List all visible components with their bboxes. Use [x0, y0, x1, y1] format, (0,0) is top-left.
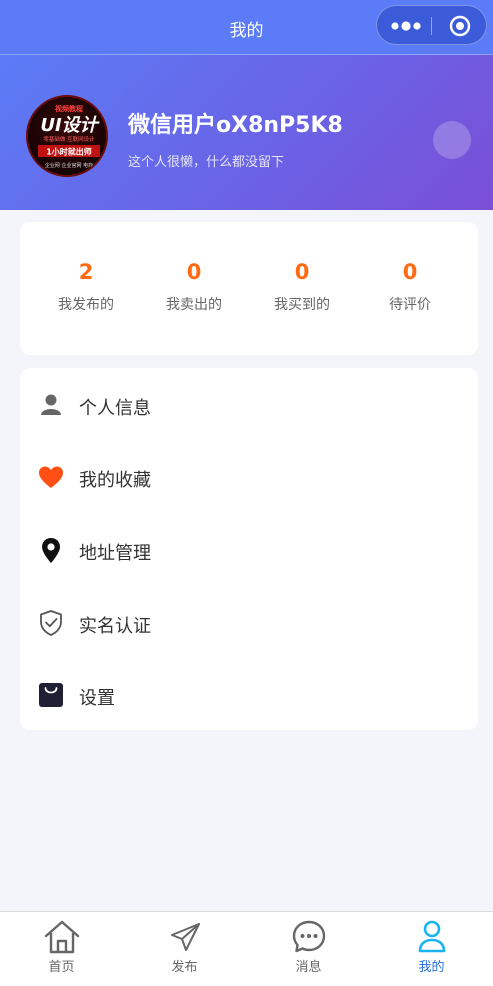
mini-program-capsule: [376, 5, 487, 45]
stat-pending-review[interactable]: 0 待评价: [355, 260, 465, 314]
menu-item-address[interactable]: 地址管理: [20, 513, 478, 585]
avatar-badge-text: 1小时就出师: [46, 147, 92, 157]
stat-sold[interactable]: 0 我卖出的: [139, 260, 249, 314]
avatar-mid-text: 零基础做 互联网设计: [43, 135, 95, 143]
avatar-image: 视频教程 UI设计 零基础做 互联网设计 1小时就出师 企业网 企业官网 电商: [38, 104, 100, 169]
decorative-circle: [433, 121, 471, 159]
user-icon: [418, 920, 446, 953]
tab-bar: 首页 发布 消息 我的: [0, 911, 493, 986]
avatar-bottom-text: 企业网 企业官网 电商: [45, 162, 93, 169]
stat-label: 我卖出的: [166, 297, 222, 313]
menu-item-label: 我的收藏: [79, 470, 151, 491]
stat-value: 0: [186, 260, 202, 284]
menu-item-label: 实名认证: [79, 616, 151, 637]
profile-page: 我的 视频教程 UI设计 零基础做 互联网设计 1小时就出师 企业网 企业官网: [0, 0, 493, 986]
stat-label: 我发布的: [58, 297, 114, 313]
menu-item-label: 设置: [79, 688, 115, 709]
stat-label: 待评价: [389, 297, 431, 313]
location-pin-icon: [42, 538, 60, 563]
menu-item-label: 个人信息: [79, 398, 151, 419]
menu-card: 个人信息 我的收藏 地址管理 实名认证 设置: [20, 368, 478, 730]
avatar-main-text: UI设计: [40, 115, 99, 136]
person-icon: [41, 394, 61, 415]
stat-value: 0: [402, 260, 418, 284]
stat-label: 我买到的: [274, 297, 330, 313]
menu-item-settings[interactable]: 设置: [20, 658, 478, 730]
paper-plane-icon: [171, 923, 200, 951]
stat-value: 0: [294, 260, 310, 284]
stats-card: 2 我发布的 0 我卖出的 0 我买到的 0 待评价: [20, 222, 478, 355]
user-bio: 这个人很懒，什么都没留下: [128, 155, 285, 170]
bag-icon: [39, 683, 63, 707]
shield-check-icon: [40, 610, 62, 636]
stat-bought[interactable]: 0 我买到的: [247, 260, 357, 314]
profile-header: 视频教程 UI设计 零基础做 互联网设计 1小时就出师 企业网 企业官网 电商 …: [0, 55, 493, 210]
stat-value: 2: [78, 260, 94, 284]
nav-bar: 我的: [0, 0, 493, 55]
menu-item-personal-info[interactable]: 个人信息: [20, 368, 478, 440]
avatar-top-text: 视频教程: [55, 104, 83, 113]
tab-messages[interactable]: 消息: [247, 912, 370, 986]
tab-mine[interactable]: 我的: [370, 912, 493, 986]
avatar[interactable]: 视频教程 UI设计 零基础做 互联网设计 1小时就出师 企业网 企业官网 电商: [26, 95, 108, 177]
close-target-icon[interactable]: [449, 15, 471, 37]
menu-item-label: 地址管理: [79, 543, 151, 564]
username: 微信用户oX8nP5K8: [128, 113, 343, 138]
tab-home[interactable]: 首页: [0, 912, 123, 986]
stat-published[interactable]: 2 我发布的: [31, 260, 141, 314]
chat-bubble-icon: [292, 920, 326, 953]
tab-label: 我的: [418, 960, 445, 975]
heart-icon: [39, 466, 63, 488]
home-icon: [44, 920, 80, 954]
tab-publish[interactable]: 发布: [123, 912, 246, 986]
menu-item-favorites[interactable]: 我的收藏: [20, 440, 478, 512]
more-icon[interactable]: [391, 18, 421, 34]
tab-label: 发布: [171, 960, 198, 975]
tab-label: 消息: [295, 960, 322, 975]
capsule-divider: [431, 17, 432, 35]
menu-item-verification[interactable]: 实名认证: [20, 586, 478, 658]
tab-label: 首页: [48, 960, 75, 975]
